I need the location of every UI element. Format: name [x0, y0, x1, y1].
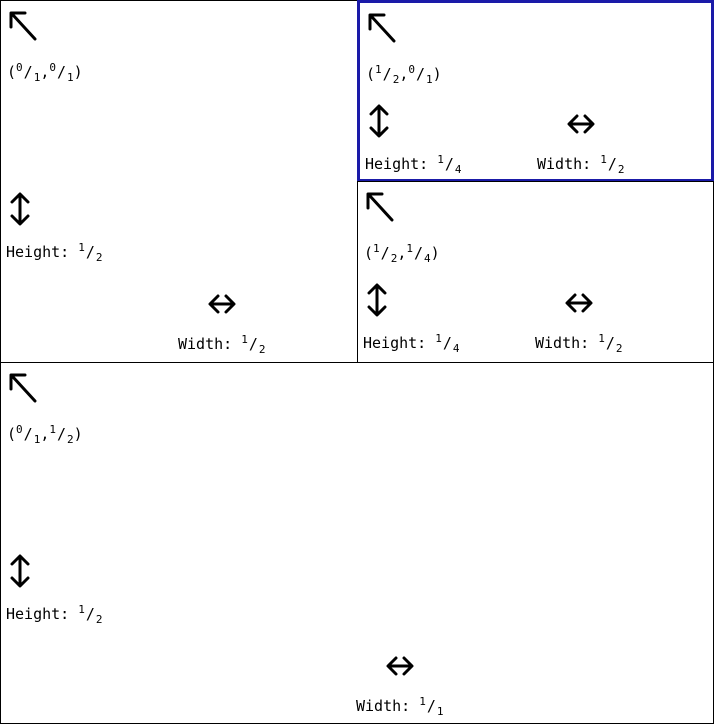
north-west-arrow-icon: [366, 11, 398, 49]
horizontal-resize-icon[interactable]: [207, 293, 237, 319]
horizontal-resize-icon[interactable]: [564, 292, 594, 318]
fraction-slash: /: [442, 334, 452, 352]
vertical-resize-icon[interactable]: [366, 282, 388, 322]
fraction-slash: /: [426, 697, 436, 715]
fraction-denominator: 2: [390, 252, 398, 265]
width-label: Width: 1/2: [535, 332, 623, 355]
fraction-denominator: 4: [452, 342, 460, 355]
fraction-numerator: 0: [49, 61, 56, 74]
fraction-numerator: 1: [437, 153, 444, 166]
width-label: Width: 1/2: [537, 153, 625, 176]
fraction-numerator: 1: [419, 695, 426, 708]
fraction-slash: /: [85, 243, 95, 261]
fraction-slash: /: [605, 334, 615, 352]
north-west-arrow-icon: [364, 190, 396, 228]
width-prefix: Width:: [356, 697, 420, 715]
fraction-slash: /: [444, 155, 454, 173]
fraction-numerator: 1: [373, 242, 380, 255]
height-prefix: Height:: [6, 605, 79, 623]
fraction-numerator: 1: [78, 241, 85, 254]
fraction-numerator: 1: [598, 332, 605, 345]
fraction-denominator: 2: [615, 342, 623, 355]
height-prefix: Height:: [6, 243, 79, 261]
fraction-denominator: 1: [33, 71, 41, 84]
fraction-denominator: 2: [617, 163, 625, 176]
fraction-numerator: 1: [406, 242, 413, 255]
height-label: Height: 1/4: [365, 153, 462, 176]
height-label: Height: 1/4: [363, 332, 460, 355]
fraction-denominator: 4: [454, 163, 462, 176]
width-prefix: Width:: [535, 334, 599, 352]
pane-origin-label: (0/1,0/1): [7, 61, 83, 84]
fraction-denominator: 2: [392, 73, 400, 86]
width-label: Width: 1/2: [178, 333, 266, 356]
fraction-numerator: 0: [408, 63, 415, 76]
height-prefix: Height:: [365, 155, 438, 173]
vertical-resize-icon[interactable]: [9, 553, 31, 593]
width-prefix: Width:: [537, 155, 601, 173]
pane-origin-label: (1/2,0/1): [366, 63, 442, 86]
horizontal-resize-icon[interactable]: [566, 113, 596, 139]
fraction-numerator: 1: [78, 603, 85, 616]
fraction-slash: /: [415, 65, 425, 83]
fraction-numerator: 0: [16, 61, 23, 74]
pane-bottom[interactable]: (0/1,1/2) Height: 1/2 Width: 1/1: [0, 362, 714, 724]
pane-top-right-upper[interactable]: (1/2,0/1) Height: 1/4 Width: 1/2: [357, 0, 714, 182]
fraction-numerator: 1: [241, 333, 248, 346]
north-west-arrow-icon: [7, 9, 39, 47]
fraction-denominator: 2: [258, 343, 266, 356]
fraction-denominator: 1: [33, 433, 41, 446]
vertical-resize-icon[interactable]: [368, 103, 390, 143]
fraction-numerator: 1: [49, 423, 56, 436]
fraction-slash: /: [413, 244, 423, 262]
fraction-denominator: 1: [436, 705, 444, 718]
fraction-denominator: 1: [426, 73, 433, 86]
fraction-denominator: 2: [95, 251, 103, 264]
fraction-denominator: 4: [424, 252, 431, 265]
fraction-slash: /: [380, 244, 390, 262]
fraction-slash: /: [382, 65, 392, 83]
fraction-slash: /: [85, 605, 95, 623]
fraction-slash: /: [23, 425, 33, 443]
fraction-slash: /: [248, 335, 258, 353]
fraction-slash: /: [23, 63, 33, 81]
fraction-denominator: 2: [95, 613, 103, 626]
vertical-resize-icon[interactable]: [9, 191, 31, 231]
fraction-denominator: 2: [67, 433, 74, 446]
fraction-denominator: 1: [67, 71, 74, 84]
fraction-numerator: 1: [435, 332, 442, 345]
height-label: Height: 1/2: [6, 241, 103, 264]
pane-top-left[interactable]: (0/1,0/1) Height: 1/2 Width: 1/2: [0, 0, 358, 363]
fraction-slash: /: [607, 155, 617, 173]
pane-top-right-lower[interactable]: (1/2,1/4) Height: 1/4 Width: 1/2: [357, 181, 714, 363]
pane-origin-label: (0/1,1/2): [7, 423, 83, 446]
horizontal-resize-icon[interactable]: [385, 655, 415, 681]
fraction-numerator: 1: [600, 153, 607, 166]
fraction-numerator: 1: [375, 63, 382, 76]
fraction-numerator: 0: [16, 423, 23, 436]
fraction-slash: /: [56, 425, 66, 443]
width-prefix: Width:: [178, 335, 242, 353]
height-prefix: Height:: [363, 334, 436, 352]
width-label: Width: 1/1: [356, 695, 444, 718]
height-label: Height: 1/2: [6, 603, 103, 626]
pane-origin-label: (1/2,1/4): [364, 242, 440, 265]
fraction-slash: /: [56, 63, 66, 81]
north-west-arrow-icon: [7, 371, 39, 409]
